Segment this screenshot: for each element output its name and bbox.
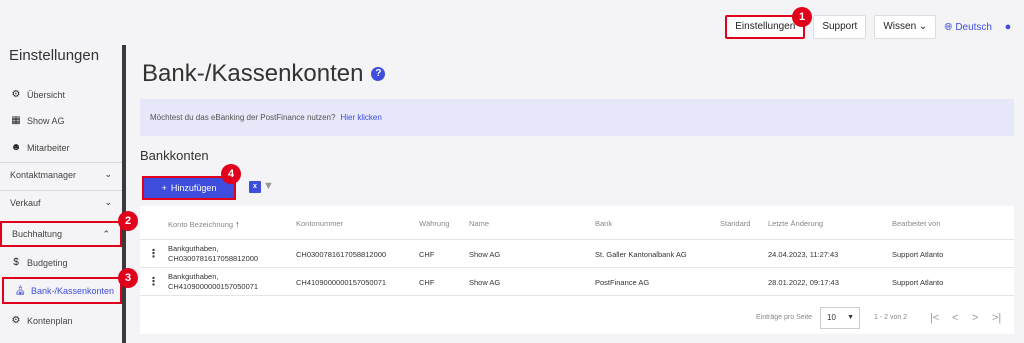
cell-letzte-aenderung: 28.01.2022, 09:17:43 xyxy=(768,278,839,287)
bank-icon: ⛪︎ xyxy=(14,285,27,296)
postfinance-banner: Möchtest du das eBanking der PostFinance… xyxy=(140,99,1014,136)
top-bar: Einstellungen Support Wissen ⌄ 🌐︎ Deutsc… xyxy=(0,0,1024,42)
plus-icon: + xyxy=(161,183,167,193)
column-header-konto-bezeichnung[interactable]: Konto Bezeichnung ↑ xyxy=(168,219,240,229)
cell-letzte-aenderung: 24.04.2023, 11:27:43 xyxy=(768,250,839,259)
cell-name: Show AG xyxy=(469,278,501,287)
previous-page-icon[interactable]: < xyxy=(952,312,958,324)
sidebar-item-label: Übersicht xyxy=(27,89,66,100)
table-header: Konto Bezeichnung ↑ Kontonummer Währung … xyxy=(140,206,1014,240)
banner-link[interactable]: Hier klicken xyxy=(340,113,381,122)
cell-konto-bezeichnung: Bankguthaben, CH4109000000157050071 xyxy=(168,272,259,291)
column-header-kontonummer[interactable]: Kontonummer xyxy=(296,219,343,228)
annotation-marker-3: 3 xyxy=(118,268,138,288)
sidebar-item-label: Show AG xyxy=(27,115,65,126)
pagination: Einträge pro Seite 10 ▼ 1 - 2 von 2 |< <… xyxy=(140,304,1014,334)
knowledge-dropdown[interactable]: Wissen ⌄ xyxy=(874,15,937,39)
bank-accounts-table: Konto Bezeichnung ↑ Kontonummer Währung … xyxy=(140,206,1014,334)
cell-bank: St. Galler Kantonalbank AG xyxy=(595,250,687,259)
table-row[interactable]: ⋮ Bankguthaben, CH0300781617058812000 CH0… xyxy=(140,241,1014,268)
cell-bank: PostFinance AG xyxy=(595,278,650,287)
chevron-up-icon: ⌃ xyxy=(102,228,110,239)
sidebar-item-contact-manager[interactable]: Kontaktmanager ⌄ xyxy=(0,162,122,186)
row-menu-icon[interactable]: ⋮ xyxy=(148,247,159,260)
sidebar-item-label: Mitarbeiter xyxy=(27,142,70,153)
sidebar-item-label: Kontenplan xyxy=(27,315,73,326)
next-page-icon[interactable]: > xyxy=(972,312,978,324)
gear-icon: ⚙ xyxy=(11,89,21,100)
help-icon[interactable]: ? xyxy=(371,67,386,81)
first-page-icon[interactable]: |< xyxy=(930,312,939,324)
chevron-down-icon: ⌄ xyxy=(104,197,112,207)
chevron-down-icon: ⌄ xyxy=(104,169,112,179)
people-icon: ☻ xyxy=(10,142,22,153)
annotation-marker-4: 4 xyxy=(221,164,241,184)
cell-konto-bezeichnung: Bankguthaben, CH0300781617058812000 xyxy=(168,244,259,263)
sidebar-item-label: Budgeting xyxy=(27,257,68,268)
sidebar-item-bank-accounts[interactable]: ⛪︎ Bank-/Kassenkonten xyxy=(2,277,122,304)
sort-up-arrow-icon: ↑ xyxy=(235,219,240,229)
language-label: Deutsch xyxy=(955,21,992,33)
page-size-label: Einträge pro Seite xyxy=(756,314,813,321)
building-icon: ▦ xyxy=(11,115,21,126)
sidebar-item-label: Bank-/Kassenkonten xyxy=(31,285,115,296)
row-menu-icon[interactable]: ⋮ xyxy=(148,275,159,288)
page-size-select[interactable]: 10 ▼ xyxy=(820,307,860,329)
sidebar-item-sales[interactable]: Verkauf ⌄ xyxy=(0,190,122,214)
cell-bearbeitet-von: Support Atlanto xyxy=(892,278,944,287)
sidebar-item-budgeting[interactable]: $ Budgeting xyxy=(0,250,122,274)
cell-waehrung: CHF xyxy=(419,250,435,259)
annotation-marker-1: 1 xyxy=(792,7,812,27)
cell-kontonummer: CH0300781617058812000 xyxy=(296,250,387,259)
annotation-marker-2: 2 xyxy=(118,211,138,231)
chevron-down-icon: ⌄ xyxy=(918,21,928,32)
support-button[interactable]: Support xyxy=(813,15,867,39)
globe-icon: 🌐︎ xyxy=(944,21,953,33)
dropdown-arrow-icon: ▼ xyxy=(847,314,854,321)
column-header-letzte-aenderung[interactable]: Letzte Änderung xyxy=(768,219,823,228)
banner-text: Möchtest du das eBanking der PostFinance… xyxy=(150,113,336,122)
main-content: Bank-/Kassenkonten ? Möchtest du das eBa… xyxy=(126,42,1024,343)
language-selector[interactable]: 🌐︎ Deutsch xyxy=(944,22,992,33)
sidebar-item-label: Kontaktmanager xyxy=(10,169,77,180)
page-title: Bank-/Kassenkonten ? xyxy=(142,60,386,88)
sidebar-item-accounting[interactable]: Buchhaltung ⌃ xyxy=(0,221,122,247)
last-page-icon[interactable]: >| xyxy=(992,312,1001,324)
sidebar-item-show-ag[interactable]: ▦ Show AG xyxy=(0,108,122,132)
column-header-name[interactable]: Name xyxy=(469,219,489,228)
sidebar-item-overview[interactable]: ⚙ Übersicht xyxy=(0,82,122,106)
sidebar-item-label: Verkauf xyxy=(10,197,41,208)
cell-kontonummer: CH4109000000157050071 xyxy=(296,278,387,287)
sidebar-item-employees[interactable]: ☻ Mitarbeiter xyxy=(0,135,122,159)
sidebar-item-label: Buchhaltung xyxy=(12,229,63,239)
page-title-text: Bank-/Kassenkonten xyxy=(142,60,364,87)
user-icon[interactable]: ● xyxy=(1000,21,1016,33)
add-button-label: Hinzufügen xyxy=(170,183,217,193)
column-header-standard[interactable]: Standard xyxy=(720,219,750,228)
tree-icon: ⚙ xyxy=(11,315,21,326)
sidebar-item-chart-of-accounts[interactable]: ⚙ Kontenplan xyxy=(0,308,122,332)
cell-waehrung: CHF xyxy=(419,278,435,287)
cell-name: Show AG xyxy=(469,250,501,259)
dollar-icon: $ xyxy=(13,257,19,268)
filter-icon[interactable]: ▼ xyxy=(263,180,274,192)
cell-bearbeitet-von: Support Atlanto xyxy=(892,250,944,259)
page-size-value: 10 xyxy=(827,313,836,322)
top-navigation: Einstellungen Support Wissen ⌄ 🌐︎ Deutsc… xyxy=(725,14,1016,40)
excel-export-icon[interactable]: x xyxy=(249,181,261,193)
column-header-bearbeitet-von[interactable]: Bearbeitet von xyxy=(892,219,940,228)
section-title: Bankkonten xyxy=(140,148,209,163)
column-header-waehrung[interactable]: Währung xyxy=(419,219,449,228)
page-range: 1 - 2 von 2 xyxy=(874,314,908,321)
table-row[interactable]: ⋮ Bankguthaben, CH4109000000157050071 CH4… xyxy=(140,269,1014,296)
knowledge-label: Wissen xyxy=(883,21,917,32)
sidebar-title: Einstellungen xyxy=(9,47,100,64)
column-header-bank[interactable]: Bank xyxy=(595,219,612,228)
